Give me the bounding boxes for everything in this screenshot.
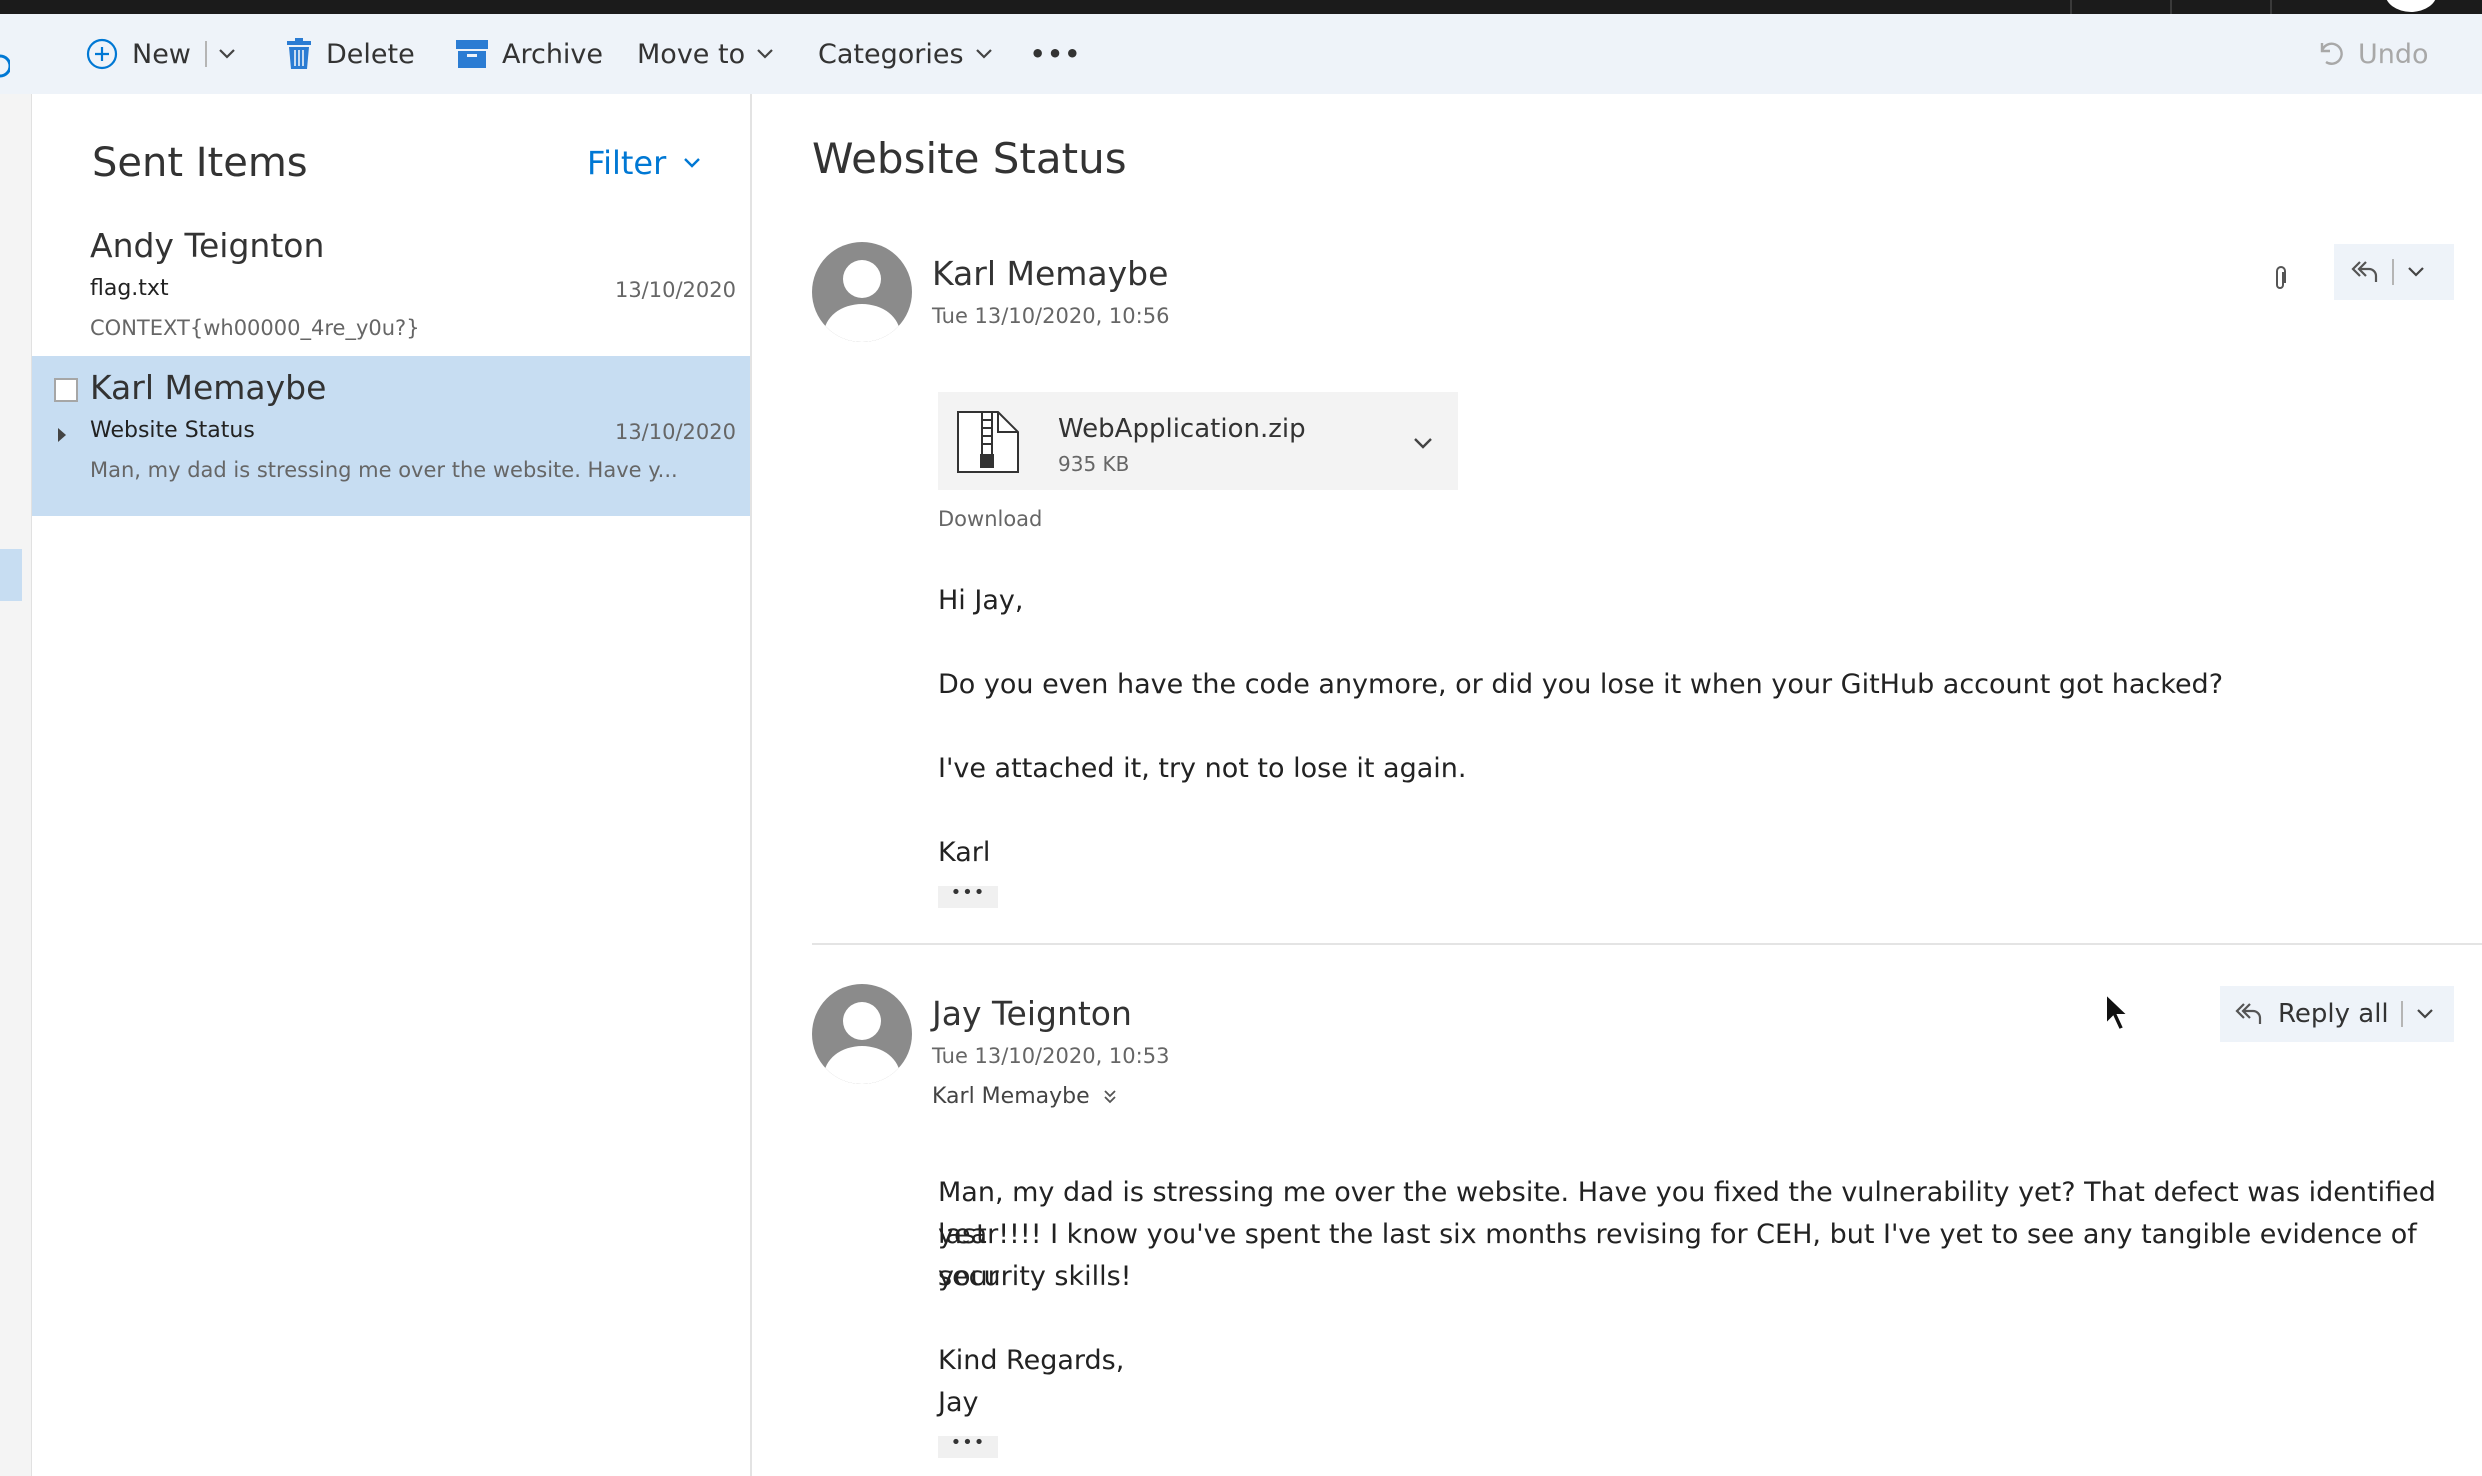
chevron-down-icon bbox=[975, 49, 992, 59]
reading-pane: Website Status Karl Memaybe Tue 13/10/20… bbox=[752, 94, 2482, 1476]
list-item-date: 13/10/2020 bbox=[614, 420, 736, 444]
attachment-name: WebApplication.zip bbox=[1058, 414, 1306, 444]
archive-button[interactable]: Archive bbox=[456, 14, 603, 94]
recipient-name: Karl Memaybe bbox=[932, 1084, 1090, 1109]
recipient-line[interactable]: Karl Memaybe bbox=[932, 1084, 1118, 1109]
message-datetime: Tue 13/10/2020, 10:53 bbox=[932, 1044, 1170, 1068]
list-item-subject: flag.txt bbox=[90, 276, 169, 301]
command-bar: New Delete Archive Move to Categories ••… bbox=[0, 14, 2482, 94]
body-line: Kind Regards, bbox=[938, 1345, 1125, 1376]
show-more-button[interactable]: ••• bbox=[938, 884, 998, 908]
more-actions-label: ••• bbox=[1030, 40, 1083, 68]
reply-all-icon bbox=[2351, 261, 2378, 282]
new-label: New bbox=[132, 38, 191, 70]
attachment-card[interactable]: WebApplication.zip 935 KB bbox=[938, 392, 1458, 490]
list-item-preview: Man, my dad is stressing me over the web… bbox=[90, 458, 678, 482]
list-item[interactable]: Andy Teignton flag.txt 13/10/2020 CONTEX… bbox=[32, 216, 750, 350]
mouse-cursor-icon bbox=[2105, 992, 2130, 1032]
avatar-head bbox=[843, 260, 881, 298]
split-divider bbox=[2400, 1001, 2403, 1027]
reply-all-label: Reply all bbox=[2278, 999, 2389, 1029]
avatar-body bbox=[824, 304, 900, 342]
show-more-button[interactable]: ••• bbox=[938, 1434, 998, 1458]
strip-divider bbox=[2070, 0, 2072, 14]
categories-label: Categories bbox=[818, 38, 964, 70]
avatar-body bbox=[824, 1046, 900, 1084]
archive-icon bbox=[456, 40, 488, 68]
trash-icon bbox=[287, 38, 311, 69]
delete-button[interactable]: Delete bbox=[286, 14, 415, 94]
reply-split-button[interactable] bbox=[2334, 244, 2454, 300]
categories-button[interactable]: Categories bbox=[818, 14, 994, 94]
more-actions-button[interactable]: ••• bbox=[1030, 14, 1082, 94]
conversation-subject: Website Status bbox=[812, 134, 1127, 183]
list-item-subject: Website Status bbox=[90, 418, 255, 443]
message-list-pane: Sent Items Filter Andy Teignton flag.txt… bbox=[32, 94, 752, 1476]
new-split-divider bbox=[204, 41, 207, 67]
body-line: security skills! bbox=[938, 1261, 1132, 1292]
body-line: Do you even have the code anymore, or di… bbox=[938, 669, 2224, 700]
list-item-sender: Andy Teignton bbox=[90, 226, 325, 265]
chevron-down-icon[interactable] bbox=[217, 47, 237, 61]
paperclip-icon bbox=[2272, 266, 2288, 296]
list-item[interactable]: Karl Memaybe Website Status 13/10/2020 M… bbox=[32, 356, 750, 516]
nav-toggle-icon[interactable] bbox=[0, 52, 12, 80]
message-datetime: Tue 13/10/2020, 10:56 bbox=[932, 304, 1170, 328]
undo-label: Undo bbox=[2358, 38, 2429, 70]
folder-title: Sent Items bbox=[92, 140, 308, 186]
body-line: I've attached it, try not to lose it aga… bbox=[938, 753, 1467, 784]
list-item-sender: Karl Memaybe bbox=[90, 368, 327, 407]
move-to-button[interactable]: Move to bbox=[637, 14, 775, 94]
body-line: Karl bbox=[938, 837, 991, 868]
body-line: year!!!! I know you've spent the last si… bbox=[938, 1219, 2417, 1292]
body-line: Jay bbox=[938, 1387, 979, 1418]
message-sender[interactable]: Jay Teignton bbox=[932, 994, 1132, 1033]
plus-circle-icon bbox=[86, 38, 118, 70]
double-chevron-down-icon bbox=[1103, 1089, 1116, 1103]
chevron-down-icon bbox=[684, 158, 701, 168]
list-item-date: 13/10/2020 bbox=[614, 278, 736, 302]
filter-label: Filter bbox=[587, 144, 667, 182]
avatar-head bbox=[843, 1002, 881, 1040]
select-checkbox[interactable] bbox=[54, 378, 78, 402]
move-to-label: Move to bbox=[637, 38, 746, 70]
avatar[interactable] bbox=[812, 984, 912, 1084]
attachment-size: 935 KB bbox=[1058, 452, 1130, 476]
archive-label: Archive bbox=[502, 38, 604, 70]
reply-all-split-button[interactable]: Reply all bbox=[2220, 986, 2454, 1042]
chevron-down-icon[interactable] bbox=[2415, 1007, 2435, 1021]
strip-divider bbox=[2270, 0, 2272, 14]
chevron-down-icon[interactable] bbox=[1412, 436, 1434, 450]
list-item-preview: CONTEXT{wh00000_4re_y0u?} bbox=[90, 316, 420, 340]
chevron-down-icon[interactable] bbox=[2406, 265, 2426, 279]
avatar[interactable] bbox=[812, 242, 912, 342]
account-avatar[interactable] bbox=[2385, 0, 2437, 12]
delete-label: Delete bbox=[326, 38, 415, 70]
chevron-down-icon bbox=[757, 49, 773, 59]
title-strip bbox=[0, 0, 2482, 14]
undo-icon bbox=[2320, 42, 2343, 65]
message-sender[interactable]: Karl Memaybe bbox=[932, 254, 1168, 293]
body-line: Hi Jay, bbox=[938, 585, 1024, 616]
new-button[interactable]: New bbox=[86, 14, 237, 94]
strip-divider bbox=[2170, 0, 2172, 14]
undo-button[interactable]: Undo bbox=[2316, 14, 2429, 94]
expand-conversation-icon[interactable] bbox=[58, 428, 66, 442]
selected-folder-indicator[interactable] bbox=[0, 549, 22, 601]
folder-rail bbox=[0, 94, 32, 1476]
reply-all-icon bbox=[2235, 1003, 2262, 1024]
download-link[interactable]: Download bbox=[938, 507, 1042, 531]
message-divider bbox=[812, 943, 2482, 945]
split-divider bbox=[2392, 259, 2394, 285]
zip-file-icon bbox=[957, 411, 1019, 473]
filter-button[interactable]: Filter bbox=[587, 144, 702, 182]
